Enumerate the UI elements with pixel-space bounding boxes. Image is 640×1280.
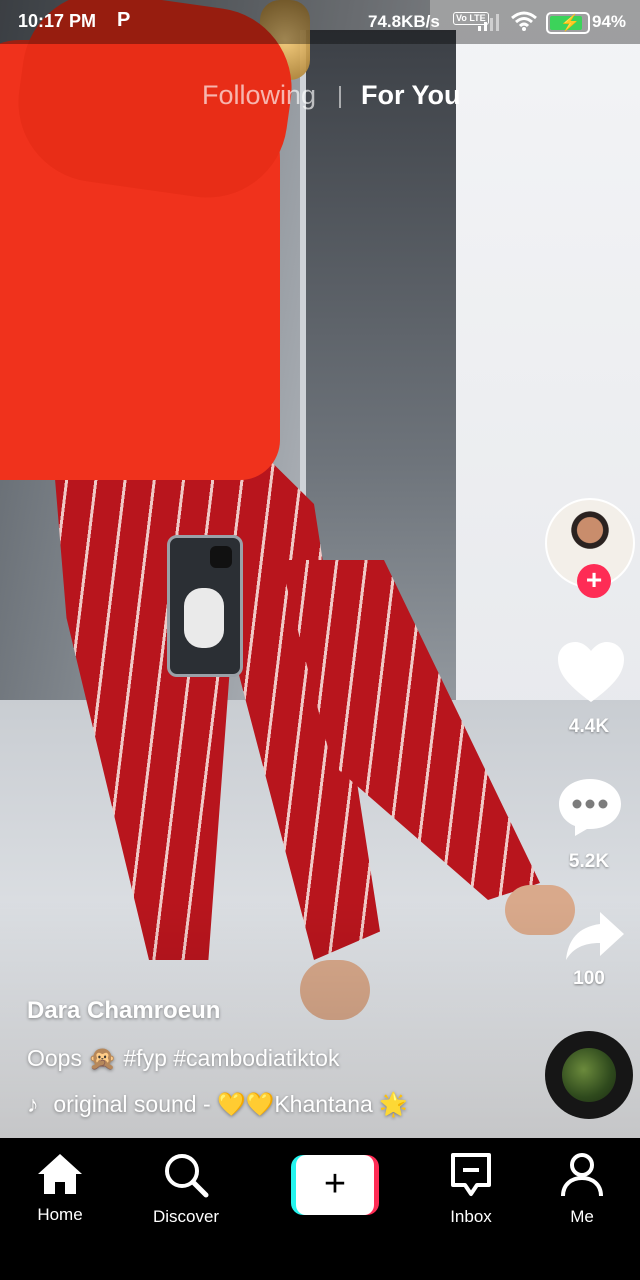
network-speed: 74.8KB/s [368,12,440,31]
like-count: 4.4K [568,716,610,737]
nav-discover-label: Discover [152,1207,220,1226]
feed-tabs: Following For You [0,80,640,116]
sound-line[interactable]: ♪ original sound - 💛💛Khantana 🌟 [27,1091,408,1118]
nav-discover[interactable]: Discover [131,1152,241,1227]
person-icon [561,1153,603,1197]
wifi-icon [511,11,537,31]
nav-inbox-label: Inbox [450,1207,492,1226]
create-button[interactable]: + [291,1155,379,1215]
nav-inbox[interactable]: Inbox [416,1152,526,1227]
battery-percent: 94% [592,12,627,31]
video-phone-camera [210,546,232,568]
video-phone [167,535,243,677]
tab-for-you[interactable]: For You [361,80,461,111]
follow-button[interactable]: + [577,564,611,598]
sound-name: original sound - 💛💛Khantana 🌟 [53,1091,408,1117]
music-disc[interactable] [545,1031,633,1119]
heart-icon[interactable] [556,640,626,704]
tab-following[interactable]: Following [202,80,316,111]
nav-me-label: Me [570,1207,594,1226]
charging-bolt-icon: ⚡ [560,15,580,32]
tab-divider [339,86,341,108]
signal-icon [478,14,499,31]
creator-name[interactable]: Dara Chamroeun [27,997,220,1025]
status-time: 10:17 PM [18,11,97,31]
tiktok-feed-screen: 10:17 PM P 74.8KB/s Vo LTE ⚡ 94% Followi… [0,0,640,1280]
video-caption: Oops 🙊 #fyp #cambodiatiktok [27,1045,340,1071]
status-bar: 10:17 PM P 74.8KB/s Vo LTE ⚡ 94% [0,0,640,44]
app-notification-icon: P [117,9,131,31]
plus-icon: + [296,1155,374,1215]
nav-home-label: Home [37,1205,83,1224]
share-count: 100 [573,968,605,989]
home-icon [38,1154,82,1194]
battery-icon: ⚡ [546,12,590,34]
comment-icon[interactable] [557,776,623,838]
search-icon [165,1154,209,1198]
inbox-icon [451,1153,491,1196]
nav-home[interactable]: Home [5,1152,115,1225]
share-icon[interactable] [564,910,626,964]
music-note-icon: ♪ [27,1091,39,1117]
music-disc-cover [562,1048,616,1102]
video-phone-case-bear [184,588,224,648]
nav-me[interactable]: Me [527,1152,637,1227]
comment-count: 5.2K [568,851,610,872]
bottom-nav: Home Discover + Inbox Me [0,1138,640,1280]
